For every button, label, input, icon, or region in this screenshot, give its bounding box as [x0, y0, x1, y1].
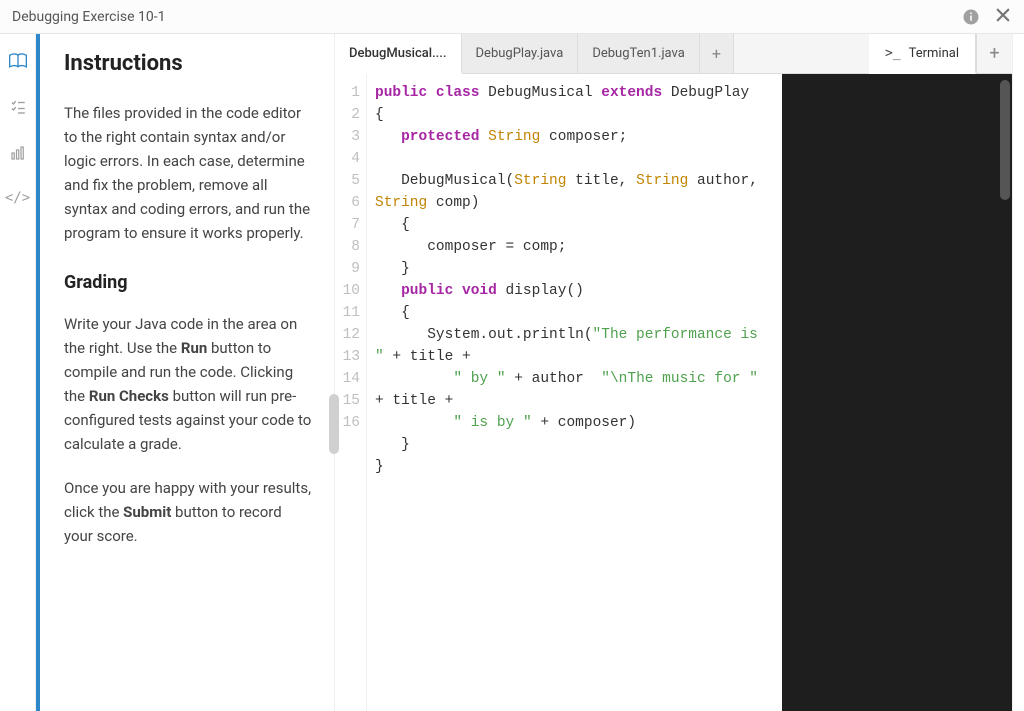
page-title: Debugging Exercise 10-1 [12, 9, 166, 25]
submit-keyword: Submit [123, 503, 171, 521]
new-file-tab[interactable]: + [700, 34, 734, 73]
terminal-icon: >_ [885, 46, 901, 61]
right-feedback-strip [1012, 34, 1024, 711]
run-keyword: Run [181, 339, 207, 357]
instructions-paragraph-1: The files provided in the code editor to… [64, 101, 314, 245]
terminal-tab-label: Terminal [909, 46, 959, 61]
main-row: </> Instructions The files provided in t… [0, 34, 1024, 711]
code-terminal-area: DebugMusical.... DebugPlay.java DebugTen… [334, 34, 1012, 711]
instructions-paragraph-2: Write your Java code in the area on the … [64, 312, 314, 456]
title-bar: Debugging Exercise 10-1 [0, 0, 1024, 34]
code-content[interactable]: public class DebugMusical extends DebugP… [367, 74, 782, 711]
editor-scrollbar[interactable] [329, 394, 339, 454]
close-icon[interactable] [994, 5, 1012, 29]
left-rail: </> [0, 34, 36, 711]
run-checks-keyword: Run Checks [89, 387, 169, 405]
tabs-row: DebugMusical.... DebugPlay.java DebugTen… [335, 34, 1012, 74]
instructions-paragraph-3: Once you are happy with your results, cl… [64, 476, 314, 548]
terminal-scrollbar[interactable] [1000, 80, 1010, 200]
checklist-icon[interactable] [9, 98, 27, 116]
instructions-panel: Instructions The files provided in the c… [40, 34, 334, 711]
code-icon[interactable]: </> [5, 190, 30, 206]
line-gutter: 12345678910111213141516 [335, 74, 367, 711]
tab-terminal[interactable]: >_ Terminal [869, 34, 976, 74]
tab-debug-play[interactable]: DebugPlay.java [462, 34, 579, 73]
tab-debug-ten1[interactable]: DebugTen1.java [578, 34, 700, 73]
code-editor[interactable]: 12345678910111213141516 public class Deb… [335, 74, 782, 711]
tab-debug-musical[interactable]: DebugMusical.... [335, 34, 462, 74]
code-term-body: 12345678910111213141516 public class Deb… [335, 74, 1012, 711]
terminal-pane[interactable] [782, 74, 1012, 711]
chart-icon[interactable] [9, 144, 27, 162]
code-tabs: DebugMusical.... DebugPlay.java DebugTen… [335, 34, 734, 73]
new-terminal-tab[interactable]: + [976, 34, 1012, 73]
book-icon[interactable] [8, 52, 28, 70]
grading-heading: Grading [64, 269, 314, 298]
info-icon[interactable] [962, 8, 980, 26]
instructions-heading: Instructions [64, 46, 314, 81]
